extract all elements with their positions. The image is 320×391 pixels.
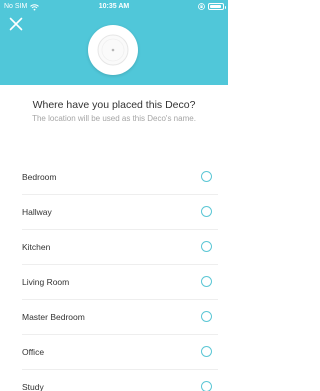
page-subtitle: The location will be used as this Deco's… [32, 114, 196, 123]
location-label: Master Bedroom [22, 312, 85, 322]
radio-button[interactable] [201, 346, 212, 357]
radio-button[interactable] [201, 241, 212, 252]
status-bar: No SIM 10:35 AM [0, 0, 228, 14]
close-icon [9, 17, 23, 31]
location-item-living-room[interactable]: Living Room [22, 265, 218, 300]
status-time: 10:35 AM [98, 3, 130, 10]
battery-fill [210, 5, 221, 8]
status-right [198, 3, 226, 10]
radio-button[interactable] [201, 276, 212, 287]
location-item-hallway[interactable]: Hallway [22, 195, 218, 230]
location-item-office[interactable]: Office [22, 335, 218, 370]
page-title: Where have you placed this Deco? [32, 99, 196, 111]
location-label: Office [22, 347, 45, 357]
location-list: Bedroom Hallway Kitchen Living Room Mast… [0, 160, 228, 391]
close-button[interactable] [6, 14, 26, 34]
deco-device-icon [97, 34, 129, 66]
radio-button[interactable] [201, 171, 212, 182]
location-label: Study [22, 382, 44, 391]
location-label: Hallway [22, 207, 52, 217]
location-label: Kitchen [22, 242, 51, 252]
radio-button[interactable] [201, 311, 212, 322]
header: No SIM 10:35 AM [0, 0, 228, 85]
radio-button[interactable] [201, 381, 212, 391]
location-item-study[interactable]: Study [22, 370, 218, 391]
battery-icon [208, 3, 226, 10]
location-label: Living Room [22, 277, 70, 287]
location-item-kitchen[interactable]: Kitchen [22, 230, 218, 265]
location-item-bedroom[interactable]: Bedroom [22, 160, 218, 195]
deco-device-image [88, 25, 138, 75]
location-label: Bedroom [22, 172, 57, 182]
location-item-master-bedroom[interactable]: Master Bedroom [22, 300, 218, 335]
deco-location-screen: No SIM 10:35 AM Where have you placed th… [0, 0, 228, 391]
lock-rotation-icon [198, 3, 205, 10]
radio-button[interactable] [201, 206, 212, 217]
